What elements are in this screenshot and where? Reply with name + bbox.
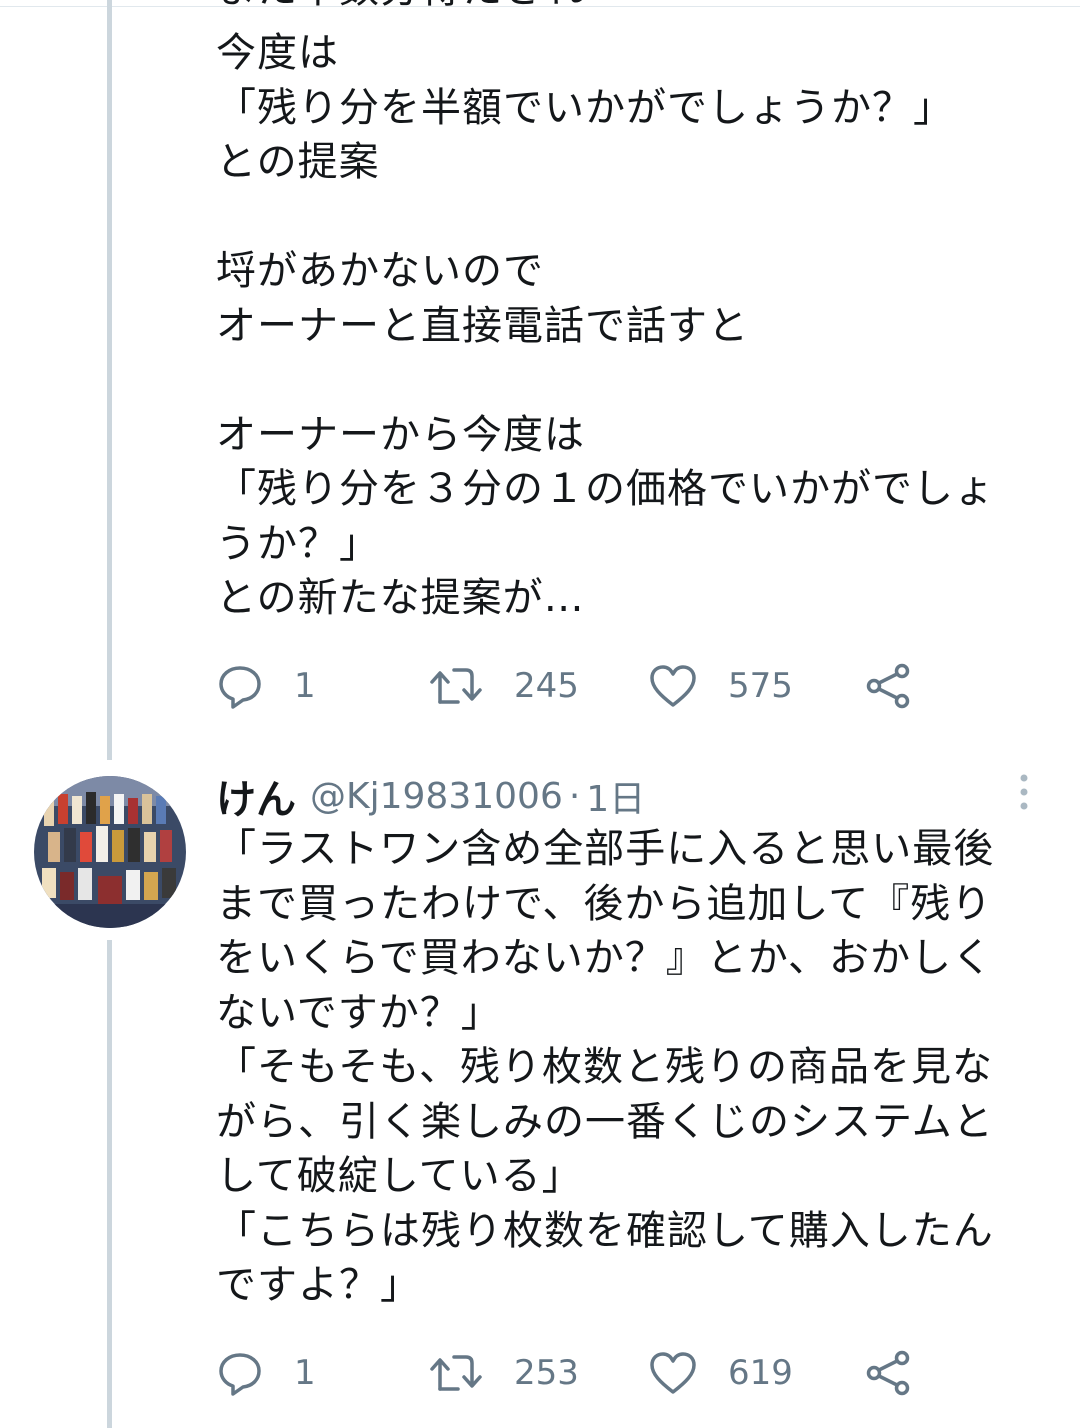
reply-icon [216, 1349, 264, 1397]
tweet-text: 「ラストワン含め全部手に入ると思い最後まで買ったわけで、後から追加して『残りをい… [216, 826, 995, 1308]
tweet-text-cut-line: また半数分得たされ [216, 0, 585, 17]
share-button[interactable] [864, 1343, 912, 1403]
reply-count: 1 [294, 1353, 316, 1393]
tweet-actions: 1 245 575 [216, 656, 936, 716]
share-icon [864, 1349, 912, 1397]
thread-line [107, 940, 112, 1428]
like-button[interactable]: 619 [648, 1343, 793, 1403]
retweet-count: 245 [514, 666, 579, 706]
heart-icon [648, 1349, 698, 1397]
tweet-header: けん @Kj19831006 · 1日 [216, 768, 645, 824]
retweet-button[interactable]: 253 [428, 1343, 579, 1403]
reply-icon [216, 662, 264, 710]
retweet-icon [428, 662, 484, 710]
reply-button[interactable]: 1 [216, 1343, 316, 1403]
like-button[interactable]: 575 [648, 656, 793, 716]
more-vertical-icon[interactable] [1014, 772, 1034, 812]
thread-line [107, 0, 112, 760]
like-count: 575 [728, 666, 793, 706]
share-button[interactable] [864, 656, 912, 716]
retweet-count: 253 [514, 1353, 579, 1393]
share-icon [864, 662, 912, 710]
retweet-icon [428, 1349, 484, 1397]
separator-dot: · [568, 775, 581, 817]
retweet-button[interactable]: 245 [428, 656, 579, 716]
heart-icon [648, 662, 698, 710]
tweet-actions: 1 253 619 [216, 1343, 936, 1403]
user-handle[interactable]: @Kj19831006 [310, 776, 563, 817]
reply-count: 1 [294, 666, 316, 706]
avatar[interactable] [34, 776, 186, 928]
reply-button[interactable]: 1 [216, 656, 316, 716]
tweet-text: 今度は 「残り分を半額でいかがでしょうか？」 との提案 埒があかないので オーナ… [216, 30, 995, 621]
display-name[interactable]: けん [216, 767, 296, 825]
like-count: 619 [728, 1353, 793, 1393]
timestamp[interactable]: 1日 [586, 770, 645, 822]
